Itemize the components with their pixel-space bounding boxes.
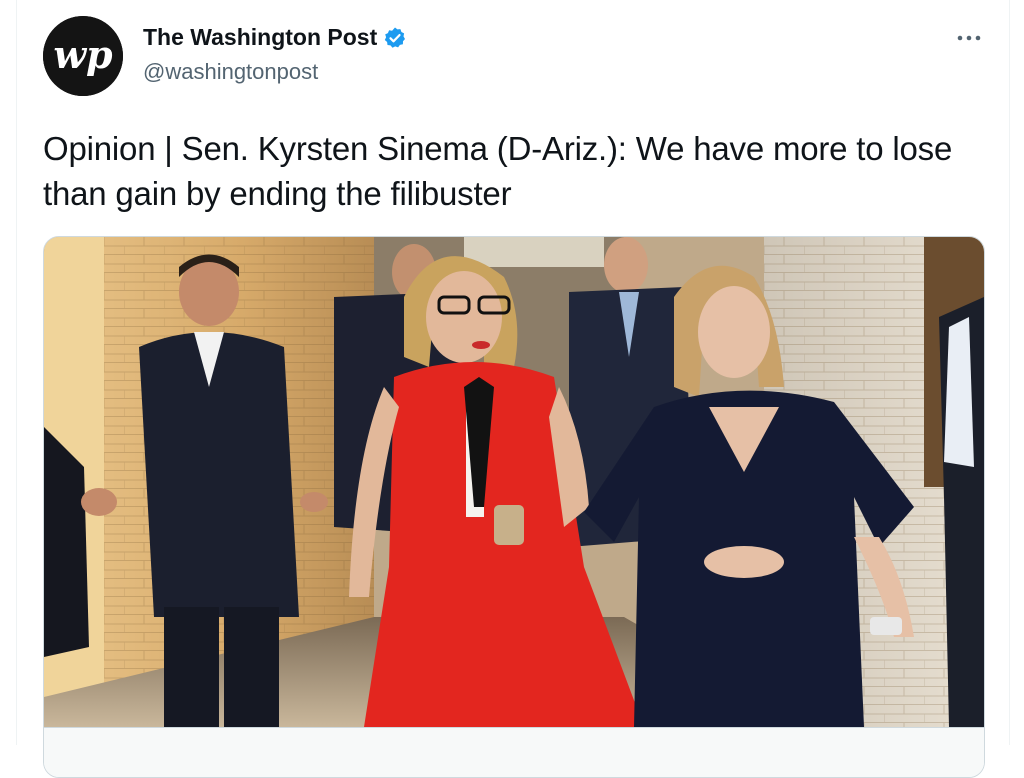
article-photo[interactable] (44, 237, 984, 727)
timeline-border-right (1009, 0, 1010, 745)
verified-badge-icon (385, 27, 406, 48)
author-name-row: The Washington Post (143, 24, 407, 51)
timeline-border-left (16, 0, 17, 745)
author-display-name[interactable]: The Washington Post (143, 24, 377, 51)
author-handle[interactable]: @washingtonpost (143, 59, 318, 85)
more-options-button[interactable] (953, 26, 985, 50)
washington-post-logo-icon: wp (43, 16, 123, 96)
card-footer (44, 727, 984, 777)
tweet-text: Opinion | Sen. Kyrsten Sinema (D-Ariz.):… (43, 130, 953, 212)
author-avatar[interactable]: wp (43, 16, 123, 96)
link-preview-card[interactable] (43, 236, 985, 778)
more-horizontal-icon (957, 35, 981, 41)
avatar-monogram: wp (53, 32, 113, 77)
